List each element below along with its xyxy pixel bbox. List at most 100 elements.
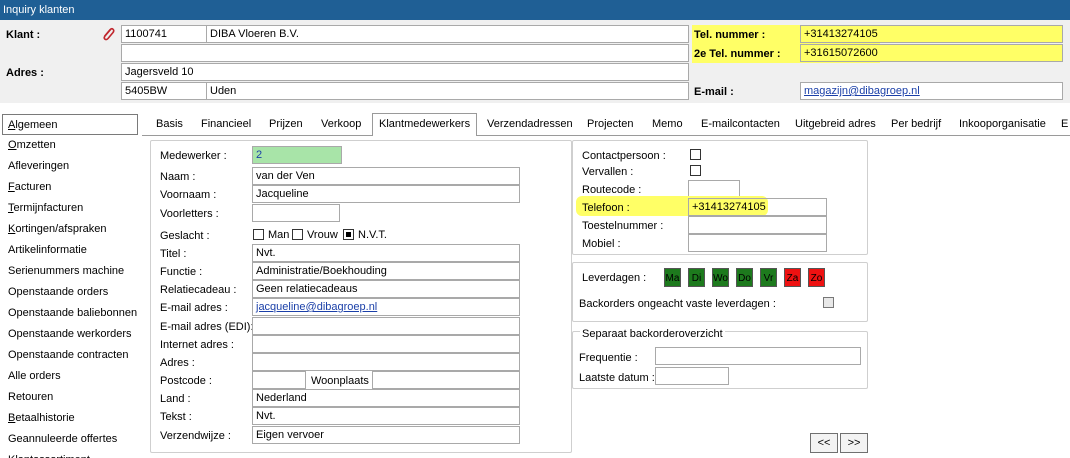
toestelnummer-label: Toestelnummer : (582, 220, 664, 232)
day-do[interactable]: Do (736, 268, 753, 287)
tab-per-bedrijf[interactable]: Per bedrijf (891, 114, 941, 135)
tab-prijzen[interactable]: Prijzen (269, 114, 303, 135)
tab-klantmedewerkers[interactable]: Klantmedewerkers (372, 113, 478, 136)
sidebar-item-afleveringen[interactable]: Afleveringen (8, 156, 138, 177)
day-zo[interactable]: Zo (808, 268, 825, 287)
klant-naam-field[interactable]: DIBA Vloeren B.V. (207, 25, 689, 43)
straat-field[interactable]: Jagersveld 10 (121, 63, 689, 81)
toestelnummer-field[interactable] (688, 216, 827, 234)
window-title: Inquiry klanten (0, 0, 1070, 20)
sidebar-item-omzetten[interactable]: Omzetten (8, 135, 138, 156)
sidebar-item-openstaande-orders[interactable]: Openstaande orders (8, 282, 138, 303)
frequentie-field[interactable] (655, 347, 861, 365)
adres-label: Adres : (6, 67, 44, 79)
tab-basis[interactable]: Basis (156, 114, 183, 135)
sidebar-item-serienummers[interactable]: Serienummers machine (8, 261, 138, 282)
leverdagen-label: Leverdagen : (582, 272, 647, 284)
postcode-field-2[interactable] (252, 371, 306, 389)
tab-emailcontacten[interactable]: E-mailcontacten (701, 114, 780, 135)
tab-uitgebreid-adres[interactable]: Uitgebreid adres (795, 114, 876, 135)
geslacht-label: Geslacht : (160, 230, 210, 242)
tab-verkoop[interactable]: Verkoop (321, 114, 361, 135)
day-ma[interactable]: Ma (664, 268, 681, 287)
paperclip-icon[interactable] (100, 25, 116, 43)
voornaam-field[interactable]: Jacqueline (252, 185, 520, 203)
next-button[interactable]: >> (840, 433, 868, 453)
sidebar-item-facturen[interactable]: Facturen (8, 177, 138, 198)
sidebar-item-geannuleerde-offertes[interactable]: Geannuleerde offertes (8, 429, 138, 450)
tekst-label: Tekst : (160, 411, 192, 423)
postcode-label: Postcode : (160, 375, 212, 387)
sidebar-item-artikelinformatie[interactable]: Artikelinformatie (8, 240, 138, 261)
verzendwijze-label: Verzendwijze : (160, 430, 231, 442)
laatste-datum-field[interactable] (655, 367, 729, 385)
email-adres-label: E-mail adres : (160, 302, 228, 314)
medewerker-label: Medewerker : (160, 150, 227, 162)
land-field[interactable]: Nederland (252, 389, 520, 407)
woonplaats-field[interactable] (372, 371, 520, 389)
functie-label: Functie : (160, 266, 203, 278)
tel2-field[interactable]: +31615072600 (800, 44, 1063, 62)
nvt-label: N.V.T. (358, 229, 387, 241)
plaats-field[interactable]: Uden (207, 82, 689, 100)
tab-memo[interactable]: Memo (652, 114, 683, 135)
vrouw-label: Vrouw (307, 229, 338, 241)
telefoon-field[interactable]: +31413274105 (688, 198, 827, 216)
day-za[interactable]: Za (784, 268, 801, 287)
tekst-field[interactable]: Nvt. (252, 407, 520, 425)
postcode-field[interactable]: 5405BW (121, 82, 207, 100)
medewerker-field[interactable]: 2 (252, 146, 342, 164)
sidebar-item-betaalhistorie[interactable]: Betaalhistorie (8, 408, 138, 429)
contactpersoon-checkbox[interactable] (690, 149, 701, 160)
functie-field[interactable]: Administratie/Boekhouding (252, 262, 520, 280)
mobiel-label: Mobiel : (582, 238, 621, 250)
sidebar-item-openstaande-baliebonnen[interactable]: Openstaande baliebonnen (8, 303, 138, 324)
adres-label-2: Adres : (160, 357, 195, 369)
email-edi-field[interactable] (252, 317, 520, 335)
day-di[interactable]: Di (688, 268, 705, 287)
internet-field[interactable] (252, 335, 520, 353)
sidebar-item-openstaande-contracten[interactable]: Openstaande contracten (8, 345, 138, 366)
adres-field[interactable] (252, 353, 520, 371)
day-vr[interactable]: Vr (760, 268, 777, 287)
woonplaats-label: Woonplaats : (311, 375, 376, 387)
klant-nummer-field[interactable]: 1100741 (121, 25, 207, 43)
sidebar-item-termijnfacturen[interactable]: Termijnfacturen (8, 198, 138, 219)
sidebar-item-alle-orders[interactable]: Alle orders (8, 366, 138, 387)
vrouw-checkbox[interactable] (292, 229, 303, 240)
day-wo[interactable]: Wo (712, 268, 729, 287)
titel-label: Titel : (160, 248, 187, 260)
contactpersoon-label: Contactpersoon : (582, 150, 666, 162)
sidebar-item-algemeen[interactable]: Algemeen (2, 114, 138, 135)
email-label: E-mail : (694, 86, 734, 98)
naam-field[interactable]: van der Ven (252, 167, 520, 185)
email-adres-field[interactable]: jacqueline@dibagroep.nl (252, 298, 520, 316)
tab-verzendadressen[interactable]: Verzendadressen (487, 114, 573, 135)
relatiecadeau-field[interactable]: Geen relatiecadeaus (252, 280, 520, 298)
sidebar-item-klantassortiment[interactable]: Klantassortiment (8, 450, 138, 458)
titel-field[interactable]: Nvt. (252, 244, 520, 262)
klant-naam2-field[interactable] (121, 44, 689, 62)
tab-inkooporganisatie[interactable]: Inkooporganisatie (959, 114, 1046, 135)
man-checkbox[interactable] (253, 229, 264, 240)
backorders-checkbox[interactable] (823, 297, 834, 308)
sidebar-item-kortingen[interactable]: Kortingen/afspraken (8, 219, 138, 240)
sidebar-item-openstaande-werkorders[interactable]: Openstaande werkorders (8, 324, 138, 345)
previous-button[interactable]: << (810, 433, 838, 453)
tab-more[interactable]: E (1061, 114, 1068, 135)
tab-strip-line (142, 135, 1070, 136)
email-field[interactable]: magazijn@dibagroep.nl (800, 82, 1063, 100)
frequentie-label: Frequentie : (579, 352, 638, 364)
vervallen-label: Vervallen : (582, 166, 634, 178)
vervallen-checkbox[interactable] (690, 165, 701, 176)
tab-financieel[interactable]: Financieel (201, 114, 251, 135)
nvt-checkbox[interactable] (343, 229, 354, 240)
sidebar-item-retouren[interactable]: Retouren (8, 387, 138, 408)
tel2-label: 2e Tel. nummer : (694, 48, 781, 60)
tel-label: Tel. nummer : (694, 29, 766, 41)
tab-projecten[interactable]: Projecten (587, 114, 633, 135)
verzendwijze-field[interactable]: Eigen vervoer (252, 426, 520, 444)
voorletters-field[interactable] (252, 204, 340, 222)
tel-field[interactable]: +31413274105 (800, 25, 1063, 43)
mobiel-field[interactable] (688, 234, 827, 252)
